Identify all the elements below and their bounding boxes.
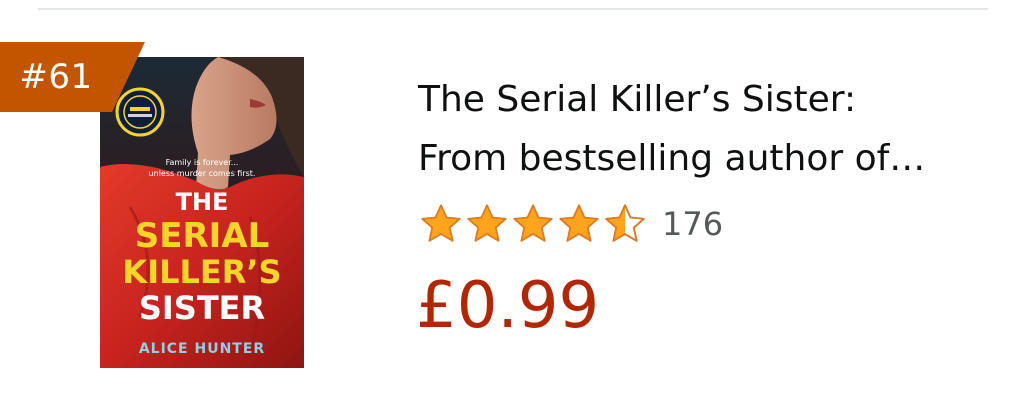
cover-author: ALICE HUNTER (139, 341, 265, 357)
product-title-line-2: From bestselling author of… (418, 138, 926, 179)
cover-title-killers: KILLER’S (122, 253, 281, 291)
divider (38, 8, 988, 10)
rating-row[interactable]: 176 (418, 196, 723, 252)
rank-label: #61 (19, 57, 93, 97)
star-half-icon (605, 204, 645, 242)
product-list-item[interactable]: Family is forever... unless murder comes… (0, 0, 1024, 412)
cover-tagline-2: unless murder comes first. (149, 169, 256, 178)
cover-title-sister: SISTER (139, 289, 265, 327)
star-full-icon (513, 204, 553, 242)
cover-title-the: THE (176, 188, 229, 216)
cover-tagline-1: Family is forever... (166, 158, 239, 167)
review-count: 176 (662, 205, 724, 243)
product-title-line-1: The Serial Killer’s Sister: (418, 79, 857, 120)
product-info: The Serial Killer’s Sister: From bestsel… (418, 70, 998, 188)
star-rating (418, 201, 648, 247)
rank-badge: #61 (0, 42, 145, 112)
star-full-icon (421, 204, 461, 242)
cover-title-serial: SERIAL (135, 216, 270, 256)
price[interactable]: £0.99 (416, 266, 599, 346)
product-title[interactable]: The Serial Killer’s Sister: From bestsel… (418, 70, 998, 188)
star-full-icon (467, 204, 507, 242)
star-full-icon (559, 204, 599, 242)
